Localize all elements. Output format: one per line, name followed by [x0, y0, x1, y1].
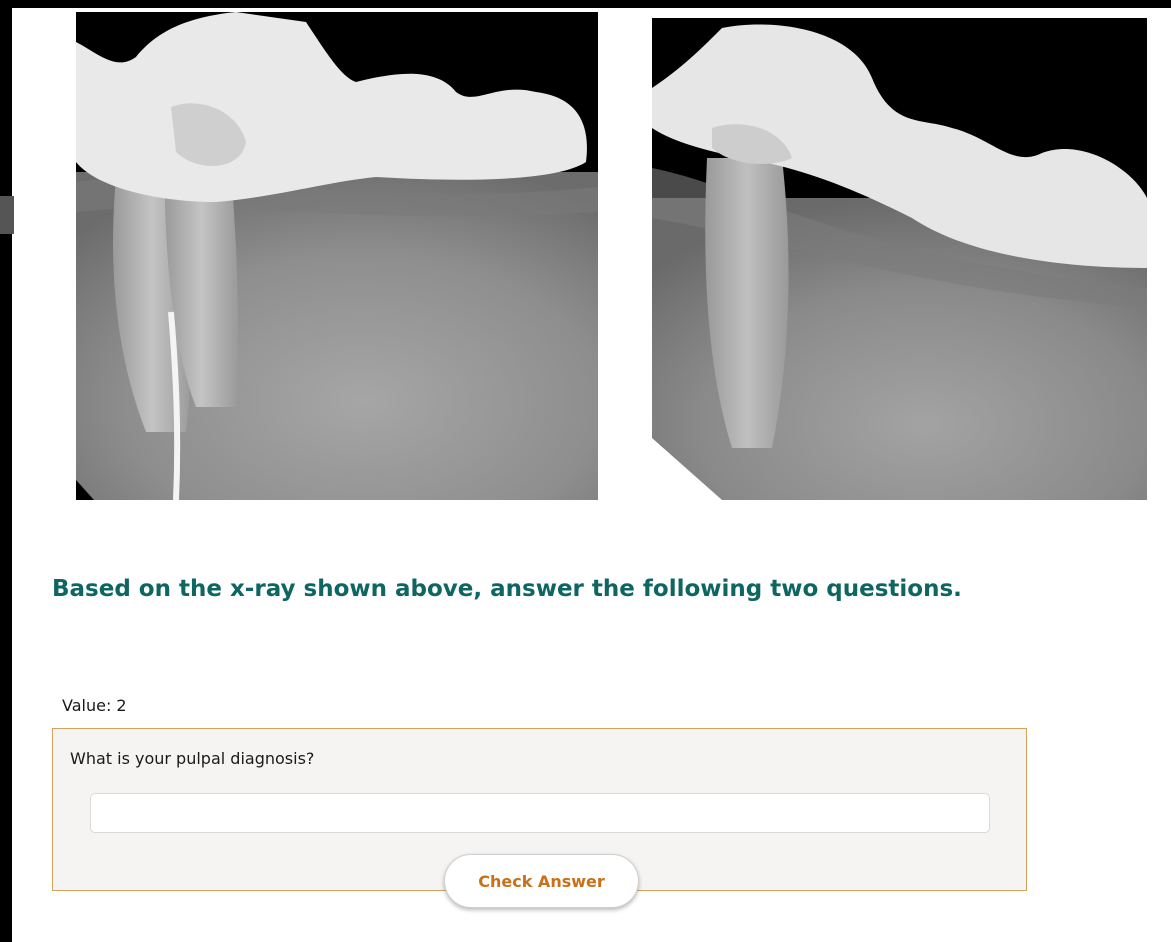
answer-input[interactable] [90, 793, 990, 833]
check-answer-button[interactable]: Check Answer [444, 854, 639, 908]
point-value-label: Value: 2 [62, 696, 127, 715]
question-panel: What is your pulpal diagnosis? Check Ans… [52, 728, 1027, 908]
instruction-heading: Based on the x-ray shown above, answer t… [52, 576, 962, 602]
question-prompt: What is your pulpal diagnosis? [70, 749, 315, 768]
xray-image-left [76, 12, 598, 500]
left-border [0, 0, 12, 942]
top-border [0, 0, 1171, 8]
xray-image-right [652, 18, 1147, 500]
side-tab-handle[interactable] [0, 196, 14, 234]
